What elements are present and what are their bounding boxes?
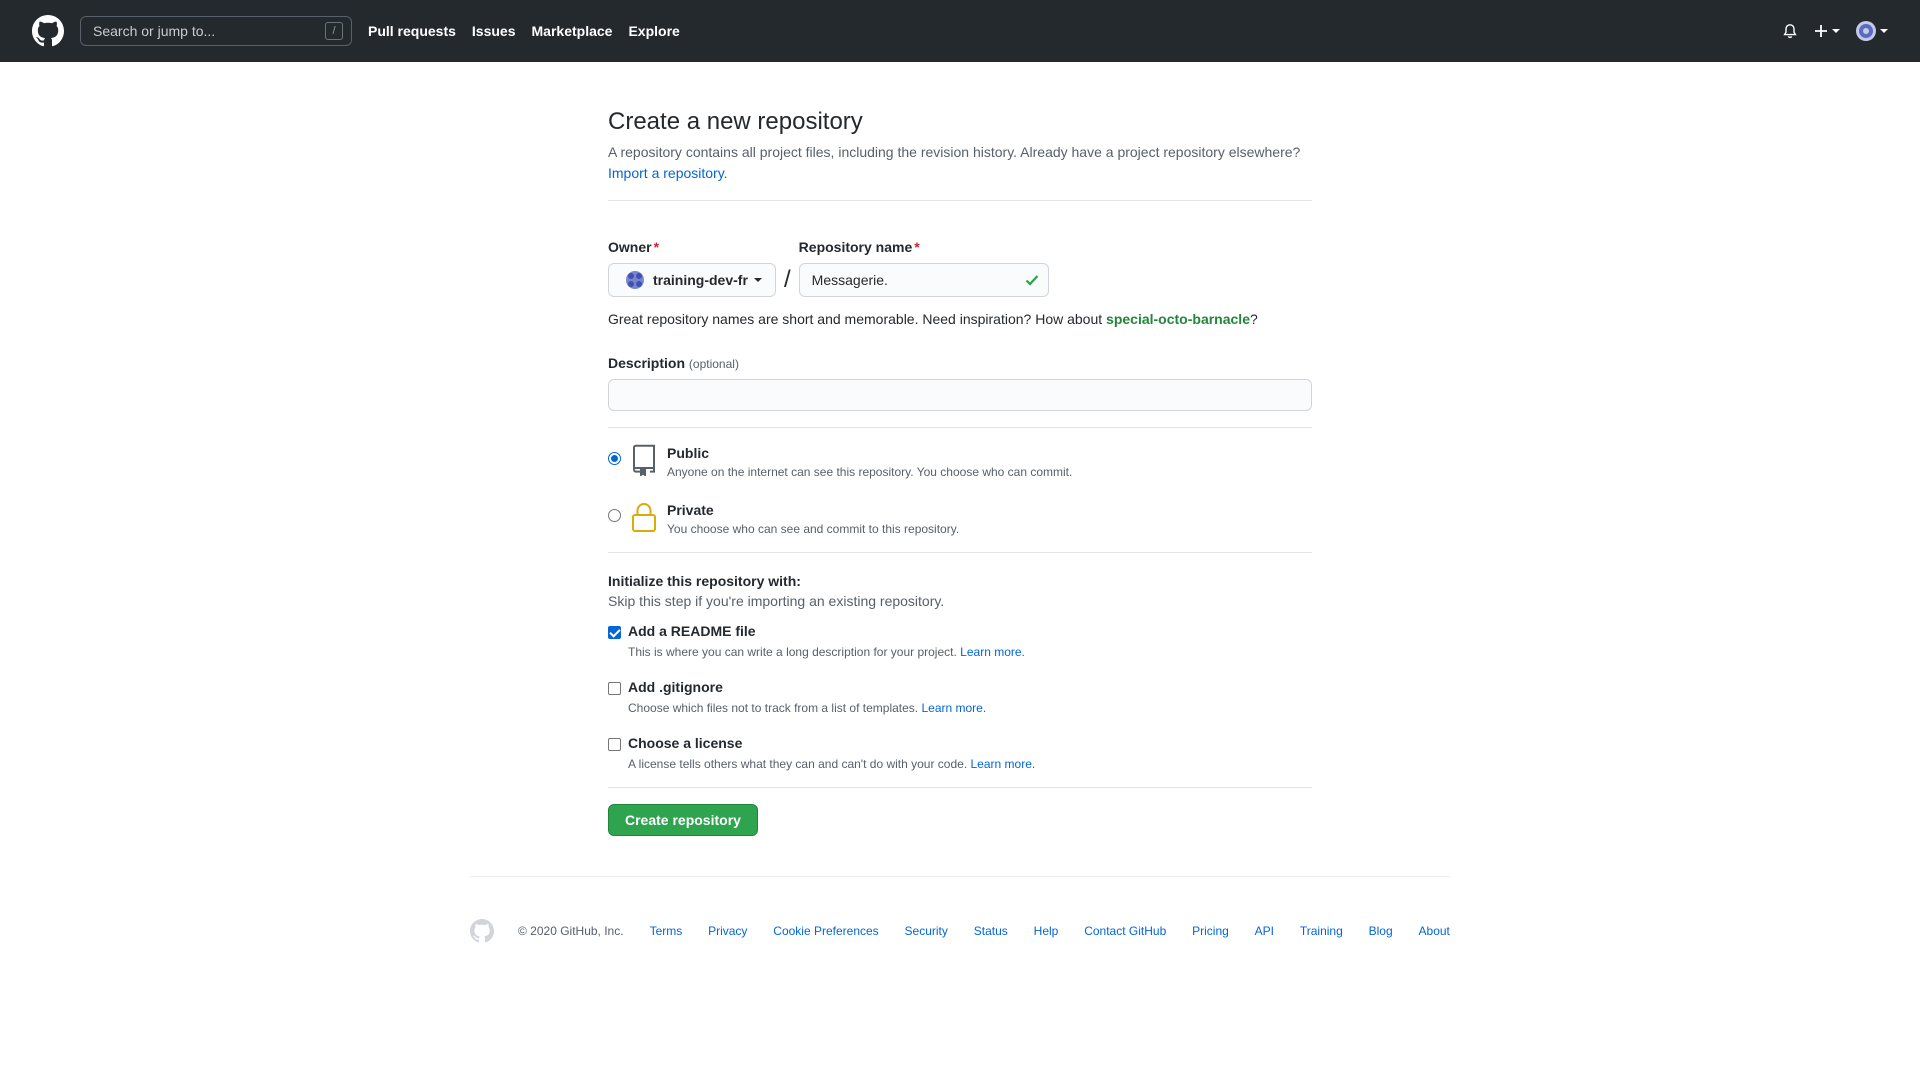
github-logo-icon[interactable] [32,15,64,47]
search-shortcut-key: / [325,22,343,40]
public-text: Public Anyone on the internet can see th… [667,444,1072,479]
readme-title: Add a README file [628,623,756,639]
license-option[interactable]: Choose a license A license tells others … [608,735,1312,771]
public-title: Public [667,445,710,461]
org-avatar-icon [626,271,644,289]
avatar [1856,21,1876,41]
license-checkbox[interactable] [608,738,621,751]
owner-select[interactable]: training-dev-fr [608,263,776,297]
repo-name-input[interactable] [811,272,1024,288]
owner-repo-separator: / [784,266,791,293]
page-title: Create a new repository [608,108,863,135]
footer-link-help[interactable]: Help [1034,924,1059,938]
private-radio[interactable] [608,509,621,522]
footer-link-privacy[interactable]: Privacy [708,924,747,938]
create-new-dropdown[interactable] [1814,24,1840,38]
readme-text: Add a README file This is where you can … [628,623,1025,659]
public-description: Anyone on the internet can see this repo… [667,465,1073,479]
repo-name-input-wrapper [798,263,1049,297]
nav-marketplace[interactable]: Marketplace [532,23,613,39]
visibility-private-option[interactable]: Private You choose who can see and commi… [608,501,1312,536]
new-repository-form: Create a new repository A repository con… [608,62,1312,836]
license-title: Choose a license [628,735,743,751]
github-mark-icon[interactable] [470,919,494,943]
owner-repo-row: Owner * training-dev-fr / Repository name… [608,239,1312,297]
chevron-down-icon [1880,29,1888,33]
chevron-down-icon [753,278,762,282]
footer-links: Terms Privacy Cookie Preferences Securit… [650,924,1450,938]
gitignore-learn-more-link[interactable]: Learn more. [921,701,986,715]
license-text: Choose a license A license tells others … [628,735,1035,771]
suggested-name-link[interactable]: special-octo-barnacle [1106,311,1250,327]
description-label: Description (optional) [608,355,739,371]
footer-link-api[interactable]: API [1255,924,1274,938]
divider [608,200,1312,201]
repo-icon [633,444,655,476]
readme-checkbox[interactable] [608,626,621,639]
top-header: Search or jump to... / Pull requests Iss… [0,0,1920,62]
repo-name-hint: Great repository names are short and mem… [608,311,1258,327]
footer-link-cookie-preferences[interactable]: Cookie Preferences [773,924,878,938]
footer-link-status[interactable]: Status [974,924,1008,938]
plus-icon [1815,25,1827,37]
page-subtitle: A repository contains all project files,… [608,142,1312,184]
description-optional: (optional) [688,357,739,371]
private-title: Private [667,502,714,518]
repo-name-field: Repository name * [798,239,1049,297]
initialize-section: Initialize this repository with: Skip th… [608,573,1312,609]
user-menu-dropdown[interactable] [1856,21,1888,41]
description-input[interactable] [608,379,1312,411]
readme-learn-more-link[interactable]: Learn more. [960,645,1025,659]
owner-label: Owner * [608,239,660,255]
readme-description: This is where you can write a long descr… [628,645,1025,659]
owner-field: Owner * training-dev-fr [608,239,776,297]
search-placeholder: Search or jump to... [93,23,216,39]
repo-name-label: Repository name * [798,239,920,255]
divider [608,427,1312,428]
license-description: A license tells others what they can and… [628,757,1036,771]
copyright-text: © 2020 GitHub, Inc. [518,924,624,938]
nav-explore[interactable]: Explore [628,23,679,39]
footer-link-security[interactable]: Security [905,924,948,938]
private-text: Private You choose who can see and commi… [667,501,959,536]
import-repository-link[interactable]: Import a repository. [608,165,728,181]
gitignore-checkbox[interactable] [608,682,621,695]
footer-link-training[interactable]: Training [1300,924,1343,938]
footer: © 2020 GitHub, Inc. Terms Privacy Cookie… [470,876,1450,943]
owner-value: training-dev-fr [653,272,748,288]
nav-pull-requests[interactable]: Pull requests [368,23,456,39]
public-radio[interactable] [608,452,621,465]
footer-link-blog[interactable]: Blog [1369,924,1393,938]
footer-link-pricing[interactable]: Pricing [1192,924,1229,938]
bell-icon[interactable] [1782,23,1798,39]
private-description: You choose who can see and commit to thi… [667,522,960,536]
gitignore-option[interactable]: Add .gitignore Choose which files not to… [608,679,1312,715]
divider [608,552,1312,553]
search-input[interactable]: Search or jump to... / [80,16,352,46]
check-icon [1025,275,1038,286]
license-learn-more-link[interactable]: Learn more. [971,757,1036,771]
divider [608,787,1312,788]
gitignore-title: Add .gitignore [628,679,723,695]
gitignore-text: Add .gitignore Choose which files not to… [628,679,986,715]
create-repository-button[interactable]: Create repository [608,804,758,836]
gitignore-description: Choose which files not to track from a l… [628,701,987,715]
subtitle-text: A repository contains all project files,… [608,144,1301,160]
readme-option[interactable]: Add a README file This is where you can … [608,623,1312,659]
footer-link-contact-github[interactable]: Contact GitHub [1084,924,1166,938]
chevron-down-icon [1832,29,1840,33]
lock-icon [632,503,656,532]
initialize-title: Initialize this repository with: [608,573,801,589]
footer-link-terms[interactable]: Terms [650,924,683,938]
nav-issues[interactable]: Issues [472,23,516,39]
initialize-subtitle: Skip this step if you're importing an ex… [608,593,945,609]
visibility-public-option[interactable]: Public Anyone on the internet can see th… [608,444,1312,479]
footer-link-about[interactable]: About [1419,924,1450,938]
